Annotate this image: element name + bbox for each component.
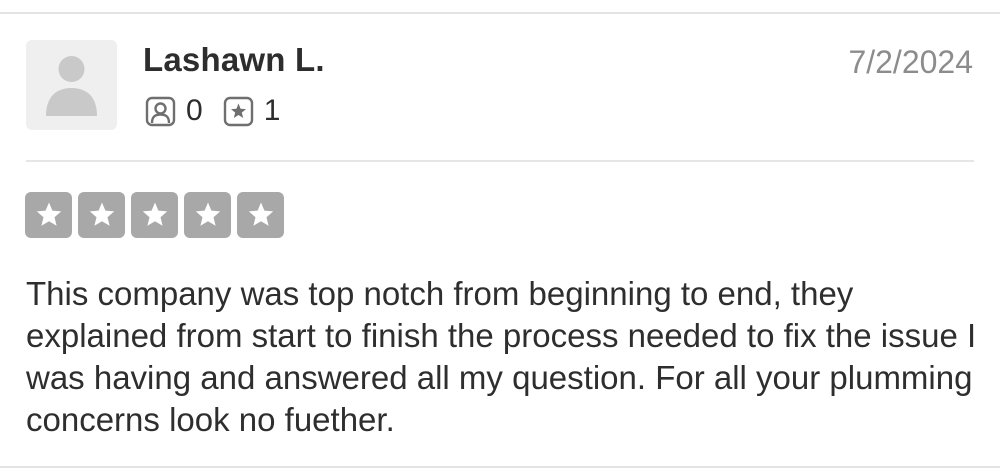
star-rating: [25, 192, 290, 238]
reviews-stat: 1: [223, 94, 281, 128]
review-date: 7/2/2024: [848, 44, 973, 80]
header-divider: [26, 160, 974, 162]
friends-count: 0: [186, 94, 203, 127]
star-icon: [195, 202, 220, 226]
star-icon: [89, 202, 114, 226]
reviewer-name[interactable]: Lashawn L.: [143, 40, 325, 80]
rating-star: [237, 192, 284, 238]
reviews-count: 1: [263, 94, 281, 127]
rating-star: [78, 192, 125, 238]
star-icon: [142, 202, 167, 226]
friends-stat: 0: [145, 94, 203, 128]
default-user-avatar-icon: [46, 56, 97, 116]
review-text: This company was top notch from beginnin…: [26, 275, 977, 438]
rating-star: [131, 192, 178, 238]
rating-star: [184, 192, 231, 238]
top-separator: [0, 12, 1000, 14]
star-icon: [248, 202, 273, 226]
star-icon: [36, 202, 61, 226]
reviewer-avatar[interactable]: [26, 40, 117, 130]
reviewer-stats: 0 1: [145, 94, 300, 128]
star-badge-icon: [223, 96, 253, 126]
bottom-separator: [0, 466, 1000, 468]
rating-star: [25, 192, 72, 238]
user-profile-icon: [145, 96, 176, 126]
